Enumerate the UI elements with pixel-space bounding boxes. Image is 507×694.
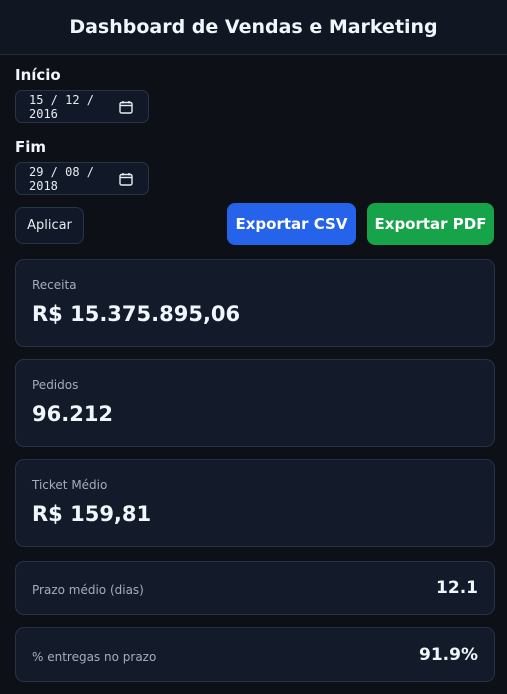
kpi-card-average-ticket: Ticket Médio R$ 159,81: [15, 459, 495, 547]
metric-value: 12.1: [436, 578, 478, 598]
export-csv-button[interactable]: Exportar CSV: [227, 203, 356, 245]
start-date-input[interactable]: 15 / 12 / 2016: [15, 90, 149, 123]
kpi-label: Receita: [32, 278, 77, 292]
calendar-icon[interactable]: [116, 97, 136, 117]
kpi-value: R$ 15.375.895,06: [32, 302, 241, 326]
metric-row-avg-delivery-days: Prazo médio (dias) 12.1: [15, 561, 495, 615]
kpi-value: 96.212: [32, 402, 114, 426]
end-date-value: 29 / 08 / 2018: [29, 164, 95, 193]
metric-value: 91.9%: [419, 644, 478, 665]
start-date-value: 15 / 12 / 2016: [29, 92, 95, 121]
metric-label: % entregas no prazo: [32, 649, 157, 664]
end-date-input[interactable]: 29 / 08 / 2018: [15, 162, 149, 195]
metric-row-on-time-deliveries: % entregas no prazo 91.9%: [15, 627, 495, 682]
kpi-card-orders: Pedidos 96.212: [15, 359, 495, 447]
kpi-value: R$ 159,81: [32, 502, 152, 526]
app-header: Dashboard de Vendas e Marketing: [0, 0, 507, 55]
kpi-label: Ticket Médio: [32, 478, 108, 492]
calendar-icon[interactable]: [116, 169, 136, 189]
kpi-label: Pedidos: [32, 378, 79, 392]
apply-button[interactable]: Aplicar: [15, 207, 84, 244]
metric-label: Prazo médio (dias): [32, 583, 144, 597]
end-date-label: Fim: [15, 138, 47, 156]
kpi-card-revenue: Receita R$ 15.375.895,06: [15, 259, 495, 347]
page-title: Dashboard de Vendas e Marketing: [69, 16, 438, 38]
start-date-label: Início: [15, 66, 61, 84]
export-pdf-button[interactable]: Exportar PDF: [367, 203, 494, 245]
